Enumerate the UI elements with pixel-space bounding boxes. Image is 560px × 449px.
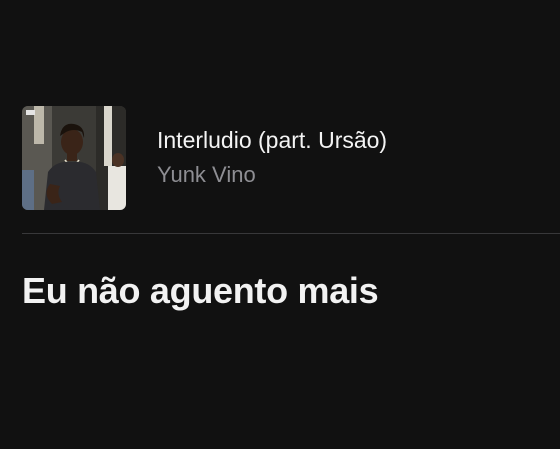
divider: [22, 233, 560, 234]
track-artist: Yunk Vino: [157, 162, 256, 187]
album-artwork[interactable]: [22, 106, 126, 210]
lyrics-share-card: Interludio (part. Ursão) Yunk Vino Eu nã…: [0, 0, 560, 449]
track-title: Interludio (part. Ursão): [157, 127, 388, 153]
lyric-line: Eu não aguento mais: [22, 270, 379, 311]
track-info[interactable]: Interludio (part. Ursão) Yunk Vino: [0, 0, 560, 234]
album-artwork-image: [22, 106, 126, 210]
